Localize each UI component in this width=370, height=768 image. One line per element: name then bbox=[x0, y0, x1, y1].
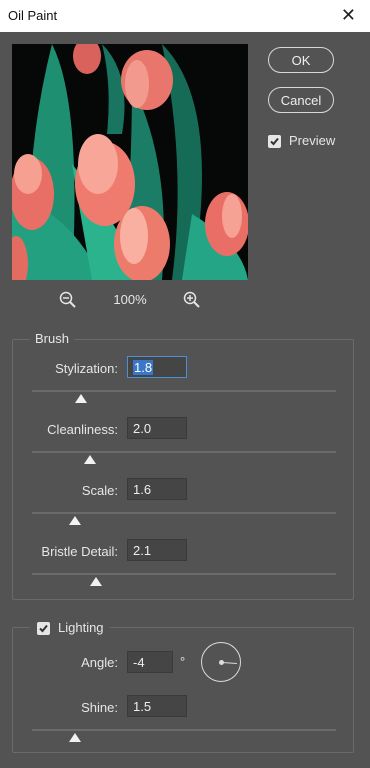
zoom-level: 100% bbox=[113, 292, 147, 307]
degree-unit: ° bbox=[180, 654, 186, 669]
bristle-detail-slider-track[interactable] bbox=[32, 573, 336, 575]
checkmark-icon bbox=[270, 137, 279, 146]
shine-slider-track[interactable] bbox=[32, 729, 336, 731]
stylization-label: Stylization: bbox=[55, 361, 118, 376]
window-title: Oil Paint bbox=[8, 8, 58, 23]
scale-field[interactable]: 1.6 bbox=[127, 478, 187, 500]
ok-button[interactable]: OK bbox=[268, 47, 334, 73]
cancel-button[interactable]: Cancel bbox=[268, 87, 334, 113]
angle-field[interactable]: -4 bbox=[127, 651, 173, 673]
lighting-label: Lighting bbox=[58, 620, 104, 635]
cleanliness-label: Cleanliness: bbox=[47, 422, 118, 437]
shine-label: Shine: bbox=[81, 700, 118, 715]
bristle-detail-label: Bristle Detail: bbox=[41, 544, 118, 559]
close-icon[interactable]: ✕ bbox=[341, 5, 356, 25]
shine-field[interactable]: 1.5 bbox=[127, 695, 187, 717]
cleanliness-slider-track[interactable] bbox=[32, 451, 336, 453]
preview-checkbox[interactable] bbox=[268, 135, 281, 148]
preview-label: Preview bbox=[289, 133, 336, 148]
lighting-group bbox=[12, 627, 354, 753]
scale-slider-track[interactable] bbox=[32, 512, 336, 514]
angle-dial[interactable] bbox=[201, 642, 241, 682]
cleanliness-field[interactable]: 2.0 bbox=[127, 417, 187, 439]
brush-group-label: Brush bbox=[30, 331, 74, 346]
checkmark-icon bbox=[39, 624, 48, 633]
stylization-field[interactable]: 1.8 bbox=[127, 356, 187, 378]
title-bar: Oil Paint ✕ bbox=[0, 0, 370, 32]
angle-dial-needle bbox=[221, 662, 237, 665]
zoom-out-icon[interactable] bbox=[59, 291, 77, 309]
scale-label: Scale: bbox=[81, 483, 118, 498]
stylization-slider-track[interactable] bbox=[32, 390, 336, 392]
angle-dial-center bbox=[219, 660, 224, 665]
bristle-detail-field[interactable]: 2.1 bbox=[127, 539, 187, 561]
preview-image[interactable] bbox=[12, 44, 248, 280]
tulip-painting-image bbox=[12, 44, 248, 280]
lighting-checkbox[interactable] bbox=[37, 622, 50, 635]
zoom-in-icon[interactable] bbox=[183, 291, 201, 309]
angle-label: Angle: bbox=[81, 655, 118, 670]
